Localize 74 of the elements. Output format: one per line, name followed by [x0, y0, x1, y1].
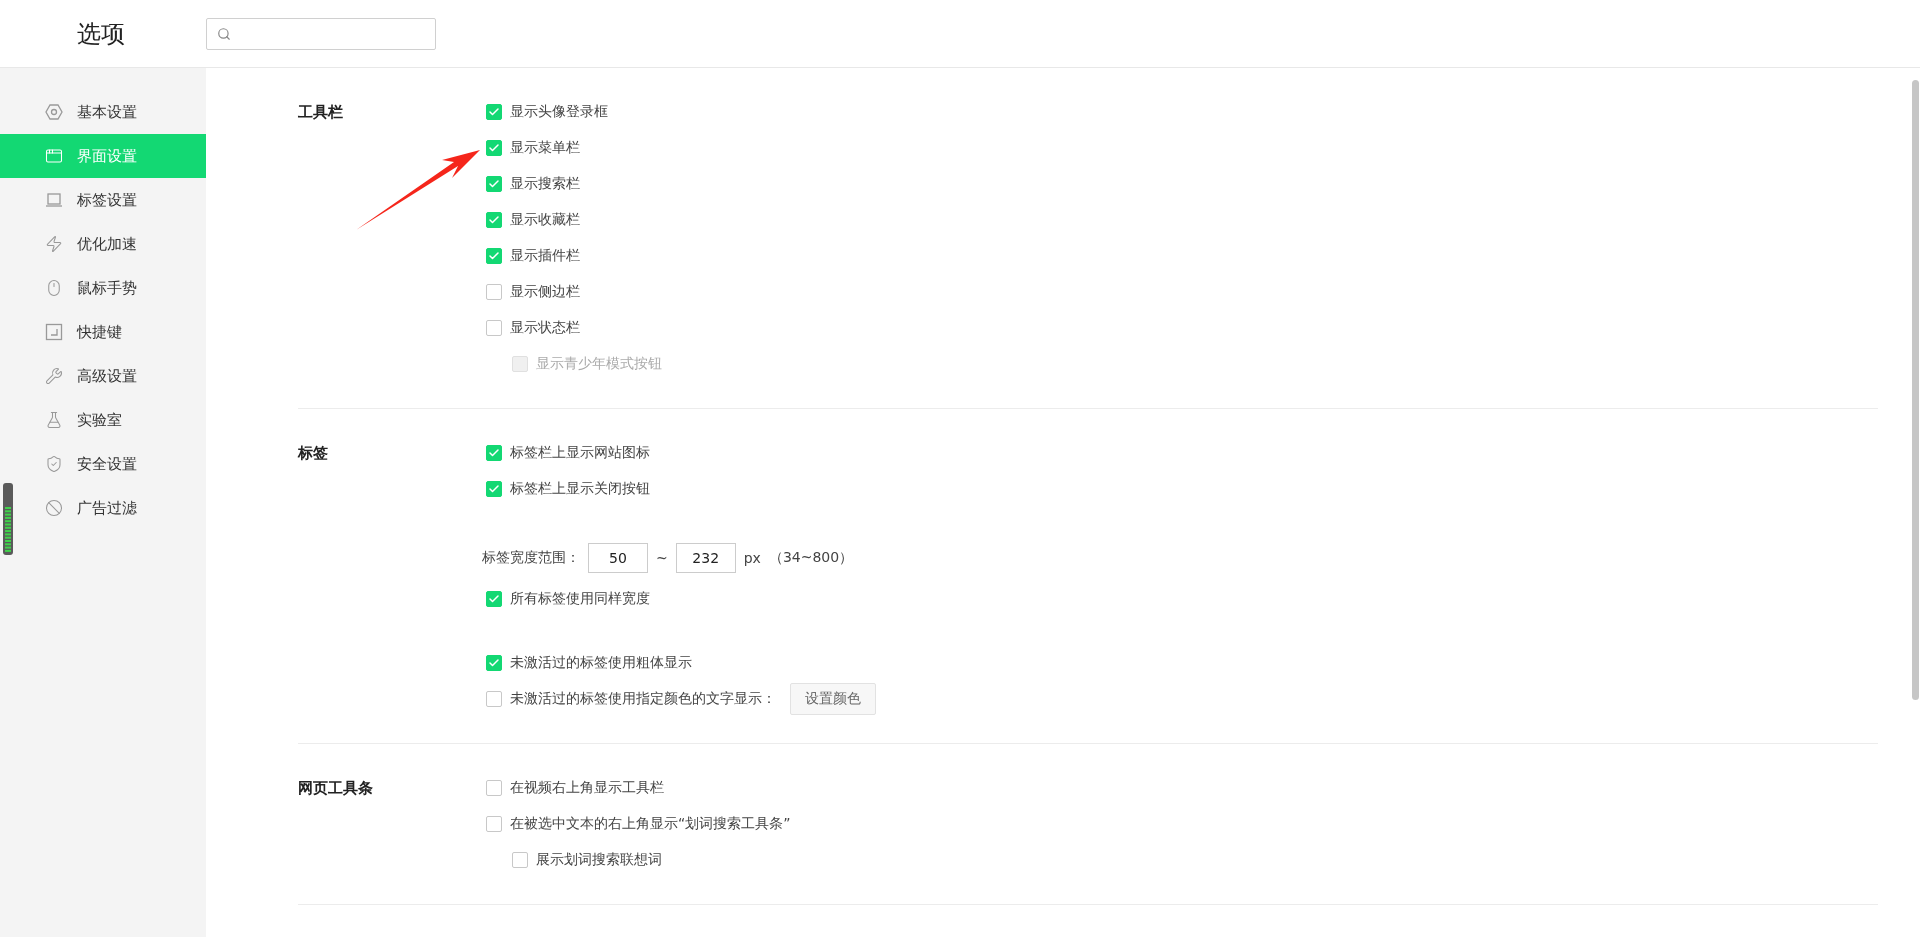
check-icon [488, 214, 500, 226]
sidebar-item[interactable]: 高级设置 [0, 354, 206, 398]
scrollbar-thumb[interactable] [1911, 80, 1919, 700]
option-label: 显示收藏栏 [510, 211, 580, 229]
option-label: 标签栏上显示关闭按钮 [510, 480, 650, 498]
option-label: 在视频右上角显示工具栏 [510, 779, 664, 797]
window-icon [45, 147, 63, 165]
search-icon [217, 26, 231, 41]
sidebar-item[interactable]: 实验室 [0, 398, 206, 442]
search-field[interactable] [206, 17, 436, 50]
check-icon [488, 142, 500, 154]
check-icon [488, 483, 500, 495]
sidebar-item[interactable]: 广告过滤 [0, 486, 206, 530]
section-title: 网页工具条 [298, 779, 373, 797]
checkbox[interactable] [512, 852, 528, 868]
keyboard-key-icon [45, 323, 63, 341]
section-title: 工具栏 [298, 103, 343, 121]
unit-label: px [743, 550, 761, 566]
lightning-icon [45, 235, 63, 253]
max-width-field[interactable]: 232 [675, 543, 736, 573]
sidebar-item[interactable]: 安全设置 [0, 442, 206, 486]
option-label: 显示状态栏 [510, 319, 580, 337]
check-icon [488, 447, 500, 459]
min-width-field[interactable]: 50 [588, 543, 648, 573]
meter-icon [3, 483, 13, 555]
option-label: 显示菜单栏 [510, 139, 580, 157]
check-icon [488, 593, 500, 605]
sidebar-item[interactable]: 优化加速 [0, 222, 206, 266]
checkbox[interactable] [486, 212, 502, 228]
check-icon [488, 657, 500, 669]
flask-icon [45, 411, 63, 429]
set-color-button[interactable]: 设置颜色 [790, 683, 876, 715]
option-label: 未激活过的标签使用粗体显示 [510, 654, 692, 672]
check-icon [488, 250, 500, 262]
checkbox[interactable] [486, 780, 502, 796]
window-title: 选项 [76, 18, 126, 50]
option-label: 显示插件栏 [510, 247, 580, 265]
section-title: 标签 [298, 444, 328, 462]
laptop-icon [45, 191, 63, 209]
checkbox[interactable] [486, 591, 502, 607]
checkbox[interactable] [486, 284, 502, 300]
checkbox[interactable] [486, 104, 502, 120]
option-label: 显示头像登录框 [510, 103, 608, 121]
range-hint: （34~800） [768, 549, 854, 567]
range-separator: ~ [656, 550, 668, 566]
checkbox[interactable] [486, 445, 502, 461]
checkbox[interactable] [486, 320, 502, 336]
option-label: 标签栏上显示网站图标 [510, 444, 650, 462]
check-icon [488, 106, 500, 118]
option-label: 未激活过的标签使用指定颜色的文字显示： [510, 690, 776, 708]
option-label: 显示青少年模式按钮 [536, 355, 662, 373]
checkbox[interactable] [486, 248, 502, 264]
shield-icon [45, 455, 63, 473]
sidebar-item[interactable]: 鼠标手势 [0, 266, 206, 310]
checkbox[interactable] [486, 691, 502, 707]
option-label: 显示侧边栏 [510, 283, 580, 301]
block-icon [45, 499, 63, 517]
sidebar-item[interactable]: 基本设置 [0, 90, 206, 134]
checkbox[interactable] [486, 655, 502, 671]
wrench-icon [45, 367, 63, 385]
hexagon-gear-icon [45, 103, 63, 121]
option-label: 在被选中文本的右上角显示“划词搜索工具条” [510, 815, 791, 833]
mouse-icon [45, 279, 63, 297]
option-label: 展示划词搜索联想词 [536, 851, 662, 869]
checkbox[interactable] [486, 481, 502, 497]
checkbox[interactable] [486, 176, 502, 192]
checkbox[interactable] [486, 816, 502, 832]
range-label: 标签宽度范围： [482, 549, 580, 567]
option-label: 所有标签使用同样宽度 [510, 590, 650, 608]
option-label: 显示搜索栏 [510, 175, 580, 193]
sidebar-item[interactable]: 标签设置 [0, 178, 206, 222]
checkbox[interactable] [486, 140, 502, 156]
check-icon [488, 178, 500, 190]
sidebar-item[interactable]: 快捷键 [0, 310, 206, 354]
